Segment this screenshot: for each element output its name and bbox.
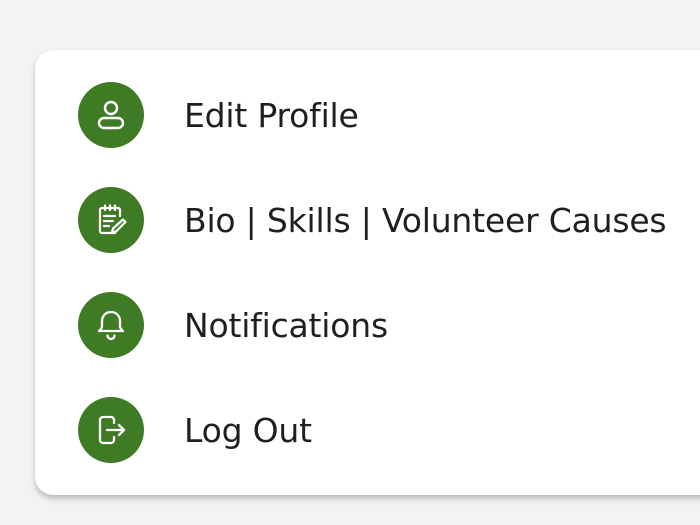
menu-item-label: Notifications [184,305,388,345]
logout-icon [78,397,144,463]
menu-item-log-out[interactable]: Log Out [78,396,700,464]
profile-menu-card: Edit Profile Bio | Skills | Volunteer Ca… [35,50,700,495]
menu-item-bio-skills-causes[interactable]: Bio | Skills | Volunteer Causes [78,186,700,254]
notepad-edit-icon [78,187,144,253]
bell-icon [78,292,144,358]
menu-item-label: Log Out [184,410,312,450]
menu-item-edit-profile[interactable]: Edit Profile [78,81,700,149]
menu-item-label: Edit Profile [184,95,359,135]
user-icon [78,82,144,148]
menu-item-label: Bio | Skills | Volunteer Causes [184,200,667,240]
menu-item-notifications[interactable]: Notifications [78,291,700,359]
